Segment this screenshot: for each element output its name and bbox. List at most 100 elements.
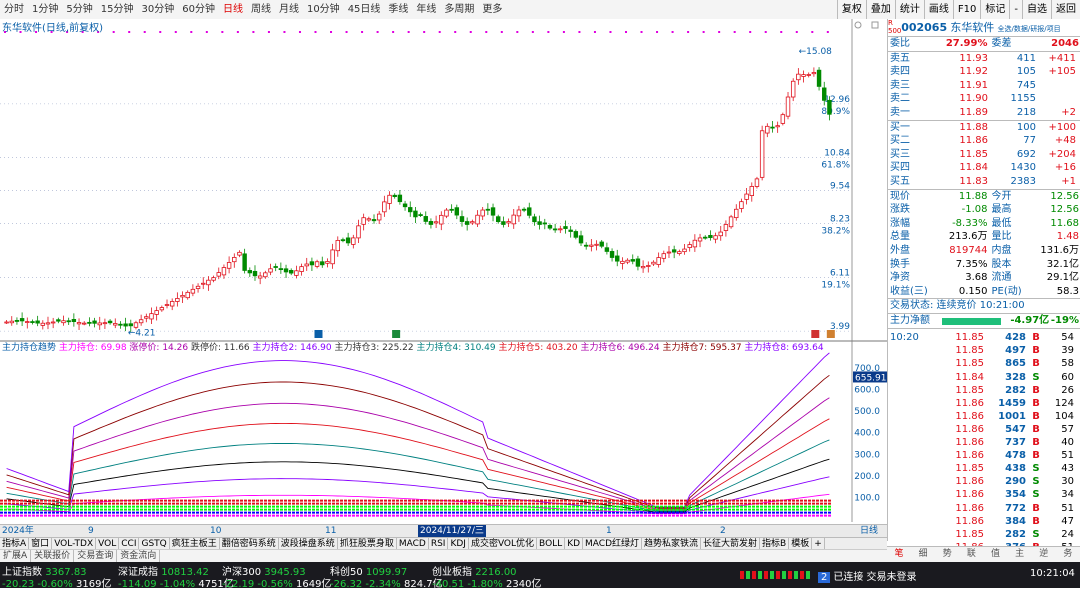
buy-row[interactable]: 买二 11.86 77 +48 <box>888 134 1080 148</box>
sell-row[interactable]: 卖一 11.89 218 +2 <box>888 106 1080 120</box>
tick-direction: B <box>1032 423 1040 435</box>
tool-5[interactable]: 标记 <box>980 0 1009 19</box>
tick-volume: 1001 <box>998 410 1026 422</box>
candle-body <box>294 270 299 276</box>
order-price: 11.86 <box>959 135 988 147</box>
candle-body <box>247 270 253 274</box>
tick-list[interactable]: 10:20 11.85 428 B 54 11.85 497 B 39 11.85 865 B 58 11… <box>888 328 1080 567</box>
period-0[interactable]: 分时 <box>0 0 28 19</box>
event-icon[interactable] <box>314 330 323 338</box>
net-flow-bar <box>941 318 1002 326</box>
period-5[interactable]: 60分钟 <box>178 0 219 19</box>
candle-body <box>45 322 51 325</box>
period-11[interactable]: 季线 <box>384 0 412 19</box>
period-12[interactable]: 年线 <box>412 0 440 19</box>
tool-6[interactable]: - <box>1009 0 1022 19</box>
candle-body <box>651 261 656 265</box>
index-amount: 3169亿 <box>75 579 112 590</box>
extension-tab-2[interactable]: 交易查询 <box>74 550 118 562</box>
candle-body <box>273 266 278 268</box>
buy-row[interactable]: 买一 11.88 100 +100 <box>888 121 1080 135</box>
panel-tab-1[interactable]: 细 <box>911 547 935 562</box>
period-13[interactable]: 多周期 <box>440 0 478 19</box>
candle-body <box>371 219 377 222</box>
candle-body <box>609 251 615 258</box>
sell-row[interactable]: 卖三 11.91 745 <box>888 79 1080 93</box>
panel-tab-2[interactable]: 势 <box>935 547 959 562</box>
tool-4[interactable]: F10 <box>952 0 980 19</box>
candle-body <box>759 130 765 178</box>
buy-row[interactable]: 买五 11.83 2383 +1 <box>888 175 1080 189</box>
period-7[interactable]: 周线 <box>247 0 275 19</box>
event-icon[interactable] <box>826 330 835 338</box>
sell-row[interactable]: 卖五 11.93 411 +411 <box>888 52 1080 66</box>
signal-dot <box>718 31 721 33</box>
kline-chart[interactable]: 12.9610.849.548.236.113.9980.9%61.8%38.2… <box>0 19 887 522</box>
period-1[interactable]: 1分钟 <box>28 0 62 19</box>
candle-body <box>449 208 454 211</box>
event-icon[interactable] <box>392 330 401 338</box>
indicator-field-key: 主力持仓4: <box>416 341 461 353</box>
candle-body <box>516 209 522 217</box>
tick-price: 11.86 <box>955 423 984 435</box>
extension-tab-3[interactable]: 资金流向 <box>117 550 161 562</box>
period-2[interactable]: 5分钟 <box>62 0 96 19</box>
order-label: 卖二 <box>890 93 910 105</box>
candle-body <box>583 244 589 247</box>
buy-row[interactable]: 买四 11.84 1430 +16 <box>888 161 1080 175</box>
period-4[interactable]: 30分钟 <box>137 0 178 19</box>
signal-dot <box>609 31 612 33</box>
stat-value: -1.08 <box>961 204 988 216</box>
panel-tab-7[interactable]: 务 <box>1056 547 1080 562</box>
tool-3[interactable]: 画线 <box>923 0 953 19</box>
signal-dot <box>733 31 736 33</box>
sell-row[interactable]: 卖四 11.92 105 +105 <box>888 65 1080 79</box>
tick-volume: 737 <box>1005 437 1026 449</box>
candle-body <box>61 320 66 324</box>
extension-tab-0[interactable]: 扩展A <box>0 550 32 562</box>
buy-row[interactable]: 买三 11.85 692 +204 <box>888 148 1080 162</box>
tick-time: 10:20 <box>890 332 919 344</box>
tool-7[interactable]: 自选 <box>1022 0 1051 19</box>
tick-volume: 478 <box>1005 450 1026 462</box>
candle-body <box>423 216 428 222</box>
stat-label: 总量 <box>890 231 910 243</box>
tool-1[interactable]: 叠加 <box>865 0 895 19</box>
tool-8[interactable]: 返回 <box>1051 0 1080 19</box>
period-6[interactable]: 日线 <box>219 0 247 19</box>
tick-direction: B <box>1032 502 1040 514</box>
event-icon[interactable] <box>811 330 820 338</box>
period-8[interactable]: 月线 <box>275 0 303 19</box>
candle-body <box>175 298 180 302</box>
sell-row[interactable]: 卖二 11.90 1155 <box>888 92 1080 106</box>
extension-tab-1[interactable]: 关联报价 <box>31 550 75 562</box>
period-9[interactable]: 10分钟 <box>303 0 344 19</box>
tool-2[interactable]: 统计 <box>894 0 924 19</box>
period-3[interactable]: 15分钟 <box>97 0 138 19</box>
panel-tab-6[interactable]: 逆 <box>1032 547 1056 562</box>
panel-tab-5[interactable]: 主 <box>1008 547 1032 562</box>
connection-status[interactable]: 2 已连接 交易未登录 <box>818 568 917 583</box>
stock-links[interactable]: 全选/数据/研报/项目 <box>998 25 1061 33</box>
tick-row: 11.86 354 S 34 <box>888 488 1080 501</box>
tick-price: 11.84 <box>955 371 984 383</box>
tick-direction: B <box>1032 450 1040 462</box>
tool-0[interactable]: 复权 <box>836 0 866 19</box>
signal-dot <box>811 31 814 33</box>
period-10[interactable]: 45日线 <box>344 0 385 19</box>
tick-price: 11.86 <box>955 410 984 422</box>
stat-label: 流通 <box>991 272 1012 284</box>
panel-tab-4[interactable]: 值 <box>984 547 1008 562</box>
panel-tab-0[interactable]: 笔 <box>887 547 911 562</box>
order-volume: 692 <box>1016 148 1036 160</box>
order-change: +105 <box>1048 66 1076 78</box>
panel-tab-3[interactable]: 联 <box>959 547 983 562</box>
candle-body <box>640 266 646 269</box>
order-volume: 2383 <box>1010 175 1036 187</box>
order-volume: 100 <box>1016 121 1036 133</box>
tick-row: 11.84 328 S 60 <box>888 371 1080 384</box>
candle-body <box>133 322 139 328</box>
tick-direction: B <box>1032 384 1040 396</box>
period-14[interactable]: 更多 <box>478 0 506 19</box>
tick-direction: S <box>1032 371 1040 383</box>
